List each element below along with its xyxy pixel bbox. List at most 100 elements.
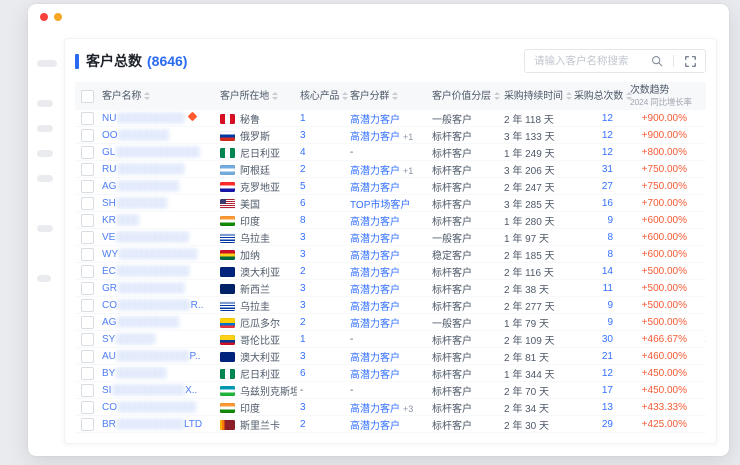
customer-name-cell[interactable]: SY▒▒▒▒▒▒▒: [99, 331, 217, 348]
column-header-amount[interactable]: 采购总额: [691, 82, 706, 110]
sort-caret-icon[interactable]: [566, 92, 572, 100]
purchase-count[interactable]: 12: [571, 365, 627, 382]
customer-name-cell[interactable]: VE▒▒▒▒▒▒▒▒▒▒▒▒▒: [99, 229, 217, 246]
table-row[interactable]: GL▒▒▒▒▒▒▒▒▒▒▒▒▒▒▒ 尼日利亚 4 - 标杆客户 1 年 249 …: [75, 144, 706, 161]
purchase-count[interactable]: 12: [571, 144, 627, 161]
purchase-count[interactable]: 9: [571, 314, 627, 331]
table-row[interactable]: KR▒▒▒▒ 印度 8 高潜力客户 标杆客户 1 年 280 天 9 +600.…: [75, 212, 706, 229]
purchase-count[interactable]: 14: [571, 263, 627, 280]
purchase-count[interactable]: 29: [571, 416, 627, 433]
core-products-count[interactable]: 3: [297, 246, 347, 263]
table-row[interactable]: AG▒▒▒▒▒▒▒▒▒▒▒ 厄瓜多尔 2 高潜力客户 一般客户 1 年 79 天…: [75, 314, 706, 331]
customer-name-prefix[interactable]: AG: [102, 181, 116, 192]
purchase-count[interactable]: 17: [571, 382, 627, 399]
row-checkbox[interactable]: [81, 180, 94, 193]
customer-name-cell[interactable]: CO▒▒▒▒▒▒▒▒▒▒▒▒▒R..: [99, 297, 217, 314]
customer-name-cell[interactable]: CO▒▒▒▒▒▒▒▒▒▒▒▒▒▒: [99, 399, 217, 416]
table-row[interactable]: EC▒▒▒▒▒▒▒▒▒▒▒▒▒ 澳大利亚 2 高潜力客户 标杆客户 2 年 11…: [75, 263, 706, 280]
row-checkbox[interactable]: [81, 146, 94, 159]
purchase-count[interactable]: 8: [571, 246, 627, 263]
window-close-dot[interactable]: [40, 13, 48, 21]
row-checkbox[interactable]: [81, 112, 94, 125]
row-checkbox[interactable]: [81, 299, 94, 312]
row-checkbox[interactable]: [81, 350, 94, 363]
core-products-count[interactable]: 4: [297, 144, 347, 161]
customer-name-cell[interactable]: BR▒▒▒▒▒▒▒▒▒▒▒▒LTD: [99, 416, 217, 433]
purchase-count[interactable]: 9: [571, 212, 627, 229]
customer-name-prefix[interactable]: BR: [102, 419, 116, 430]
table-row[interactable]: CO▒▒▒▒▒▒▒▒▒▒▒▒▒▒ 印度 3 高潜力客户+3 标杆客户 2 年 3…: [75, 399, 706, 416]
column-header-name[interactable]: 客户名称: [99, 82, 217, 110]
core-products-count[interactable]: 2: [297, 314, 347, 331]
row-checkbox[interactable]: [81, 163, 94, 176]
core-products-count[interactable]: 2: [297, 263, 347, 280]
core-products-count[interactable]: 3: [297, 399, 347, 416]
row-checkbox[interactable]: [81, 367, 94, 380]
table-row[interactable]: GR▒▒▒▒▒▒▒▒▒▒▒▒ 新西兰 3 高潜力客户 标杆客户 2 年 38 天…: [75, 280, 706, 297]
table-row[interactable]: CO▒▒▒▒▒▒▒▒▒▒▒▒▒R.. 乌拉圭 3 高潜力客户 标杆客户 2 年 …: [75, 297, 706, 314]
customer-name-prefix[interactable]: CO: [102, 402, 117, 413]
search-icon[interactable]: [649, 53, 665, 69]
column-header-location[interactable]: 客户所在地: [217, 82, 297, 110]
row-checkbox[interactable]: [81, 333, 94, 346]
column-header-count[interactable]: 采购总次数: [571, 82, 627, 110]
purchase-count[interactable]: 31: [571, 161, 627, 178]
core-products-count[interactable]: 5: [297, 178, 347, 195]
fullscreen-icon[interactable]: [682, 53, 698, 69]
customer-name-prefix[interactable]: WY: [102, 249, 118, 260]
table-row[interactable]: SH▒▒▒▒▒▒▒▒▒ 美国 6 TOP市场客户 标杆客户 3 年 285 天 …: [75, 195, 706, 212]
column-header-segment[interactable]: 客户分群: [347, 82, 429, 110]
core-products-count[interactable]: 6: [297, 195, 347, 212]
core-products-count[interactable]: 3: [297, 229, 347, 246]
customer-name-cell[interactable]: AG▒▒▒▒▒▒▒▒▒▒▒: [99, 314, 217, 331]
customer-name-prefix[interactable]: AU: [102, 351, 116, 362]
column-header-core[interactable]: 核心产品: [297, 82, 347, 110]
customer-name-prefix[interactable]: CO: [102, 300, 117, 311]
row-checkbox[interactable]: [81, 129, 94, 142]
customer-name-prefix[interactable]: EC: [102, 266, 116, 277]
customer-name-prefix[interactable]: OO: [102, 130, 118, 141]
core-products-count[interactable]: 3: [297, 348, 347, 365]
customer-name-cell[interactable]: KR▒▒▒▒: [99, 212, 217, 229]
customer-name-prefix[interactable]: VE: [102, 232, 115, 243]
purchase-count[interactable]: 27: [571, 178, 627, 195]
purchase-count[interactable]: 12: [571, 110, 627, 127]
sort-caret-icon[interactable]: [342, 92, 348, 100]
row-checkbox[interactable]: [81, 231, 94, 244]
search-input[interactable]: [532, 54, 643, 68]
purchase-count[interactable]: 9: [571, 297, 627, 314]
customer-name-cell[interactable]: RU▒▒▒▒▒▒▒▒▒▒▒▒: [99, 161, 217, 178]
table-row[interactable]: SI▒▒▒▒▒▒▒▒▒▒▒▒▒X.. 乌兹别克斯坦 - - 标杆客户 2 年 7…: [75, 382, 706, 399]
core-products-count[interactable]: 3: [297, 127, 347, 144]
table-row[interactable]: RU▒▒▒▒▒▒▒▒▒▒▒▒ 阿根廷 2 高潜力客户+1 标杆客户 3 年 20…: [75, 161, 706, 178]
core-products-count[interactable]: 2: [297, 416, 347, 433]
customer-name-prefix[interactable]: NU: [102, 113, 116, 124]
row-checkbox[interactable]: [81, 384, 94, 397]
purchase-count[interactable]: 16: [571, 195, 627, 212]
sort-caret-icon[interactable]: [144, 92, 150, 100]
customer-search-box[interactable]: [524, 49, 706, 73]
table-row[interactable]: SY▒▒▒▒▒▒▒ 哥伦比亚 1 - 标杆客户 2 年 109 天 30 +46…: [75, 331, 706, 348]
customer-name-prefix[interactable]: SY: [102, 334, 115, 345]
customer-name-prefix[interactable]: GR: [102, 283, 117, 294]
purchase-count[interactable]: 11: [571, 280, 627, 297]
row-checkbox[interactable]: [81, 248, 94, 261]
table-row[interactable]: AU▒▒▒▒▒▒▒▒▒▒▒▒▒P.. 澳大利亚 3 高潜力客户 标杆客户 2 年…: [75, 348, 706, 365]
customer-name-cell[interactable]: BY▒▒▒▒▒▒▒▒▒: [99, 365, 217, 382]
table-row[interactable]: AG▒▒▒▒▒▒▒▒▒▒▒ 克罗地亚 5 高潜力客户 标杆客户 2 年 247 …: [75, 178, 706, 195]
core-products-count[interactable]: 1: [297, 331, 347, 348]
customer-name-prefix[interactable]: SH: [102, 198, 116, 209]
row-checkbox[interactable]: [81, 214, 94, 227]
row-checkbox[interactable]: [81, 282, 94, 295]
core-products-count[interactable]: 3: [297, 297, 347, 314]
row-checkbox[interactable]: [81, 401, 94, 414]
table-row[interactable]: WY▒▒▒▒▒▒▒▒▒▒▒▒▒▒ 加纳 3 高潜力客户 稳定客户 2 年 185…: [75, 246, 706, 263]
customer-name-cell[interactable]: AU▒▒▒▒▒▒▒▒▒▒▒▒▒P..: [99, 348, 217, 365]
core-products-count[interactable]: 6: [297, 365, 347, 382]
table-row[interactable]: BY▒▒▒▒▒▒▒▒▒ 尼日利亚 6 高潜力客户 标杆客户 1 年 344 天 …: [75, 365, 706, 382]
core-products-count[interactable]: 8: [297, 212, 347, 229]
customer-name-cell[interactable]: EC▒▒▒▒▒▒▒▒▒▒▒▒▒: [99, 263, 217, 280]
row-checkbox[interactable]: [81, 197, 94, 210]
table-row[interactable]: BR▒▒▒▒▒▒▒▒▒▒▒▒LTD 斯里兰卡 2 高潜力客户 标杆客户 2 年 …: [75, 416, 706, 433]
customer-name-cell[interactable]: OO▒▒▒▒▒▒▒▒▒: [99, 127, 217, 144]
